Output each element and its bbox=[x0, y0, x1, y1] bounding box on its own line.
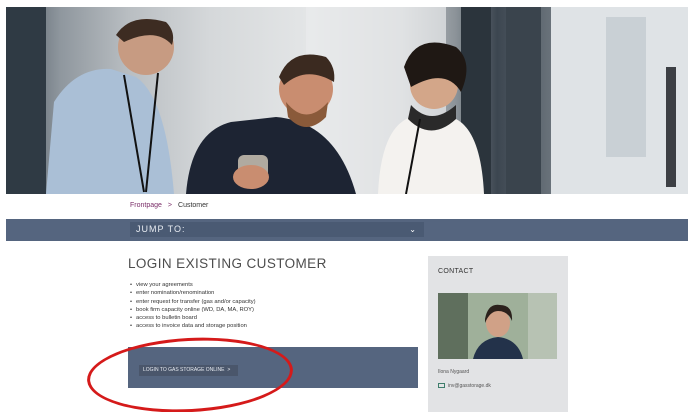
list-item: enter request for transfer (gas and/or c… bbox=[130, 298, 256, 306]
list-item: view your agreements bbox=[130, 281, 256, 289]
jump-to-dropdown[interactable]: JUMP TO: ⌄ bbox=[130, 222, 424, 237]
feature-list: view your agreements enter nomination/re… bbox=[130, 281, 256, 331]
chevron-down-icon: ⌄ bbox=[409, 225, 417, 234]
hero-illustration bbox=[6, 7, 688, 194]
annotation-circle bbox=[85, 332, 295, 412]
jump-bar: JUMP TO: ⌄ bbox=[6, 219, 688, 241]
page-title: LOGIN EXISTING CUSTOMER bbox=[128, 256, 327, 271]
list-item: book firm capacity online (WD, DA, MA, R… bbox=[130, 306, 256, 314]
breadcrumb-frontpage-link[interactable]: Frontpage bbox=[130, 202, 162, 209]
contact-photo bbox=[438, 293, 557, 359]
jump-to-label: JUMP TO: bbox=[136, 224, 186, 234]
list-item: access to bulletin board bbox=[130, 314, 256, 322]
list-item: access to invoice data and storage posit… bbox=[130, 322, 256, 330]
hero-photo bbox=[6, 7, 688, 194]
contact-box: CONTACT Ilona Nygaard inv@gasstorage.dk bbox=[428, 256, 568, 412]
contact-portrait bbox=[438, 293, 557, 359]
contact-email[interactable]: inv@gasstorage.dk bbox=[438, 383, 491, 389]
list-item: enter nomination/renomination bbox=[130, 289, 256, 297]
contact-email-text: inv@gasstorage.dk bbox=[448, 383, 491, 389]
contact-name: Ilona Nygaard bbox=[438, 369, 470, 375]
mail-icon bbox=[438, 383, 445, 389]
breadcrumb: Frontpage > Customer bbox=[130, 202, 208, 209]
breadcrumb-current: Customer bbox=[178, 202, 209, 209]
contact-heading: CONTACT bbox=[438, 268, 474, 275]
breadcrumb-separator: > bbox=[167, 202, 173, 209]
